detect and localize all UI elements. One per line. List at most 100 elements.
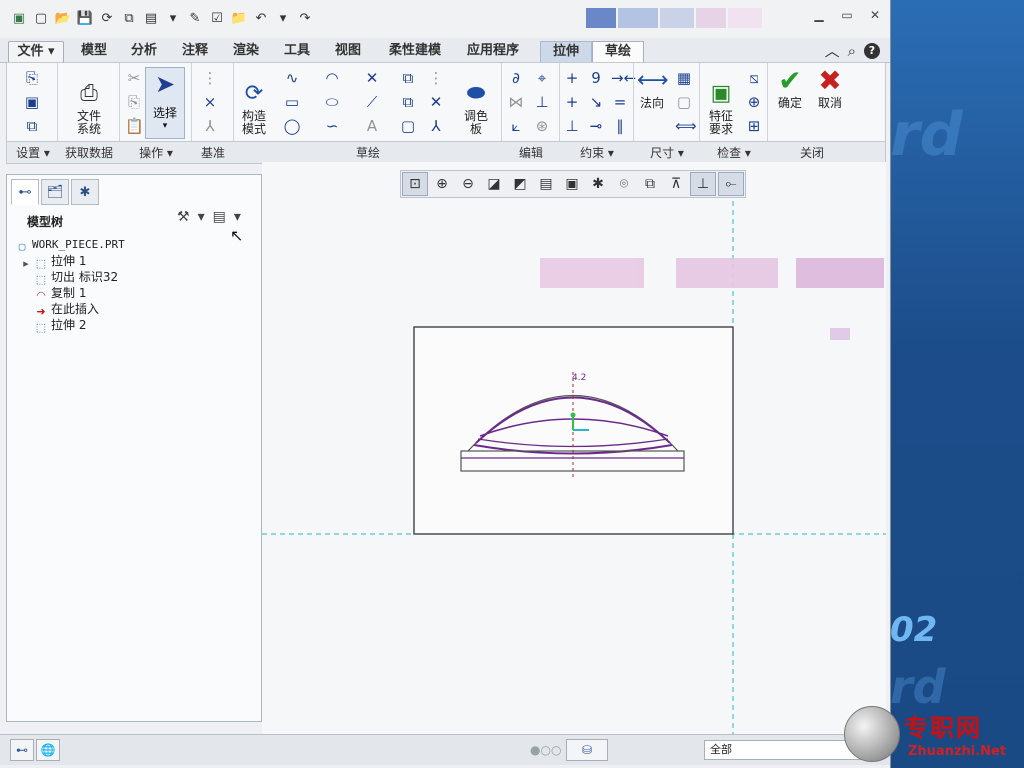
tab-applications[interactable]: 应用程序 [458,41,528,61]
tab-annotate[interactable]: 注释 [173,41,217,61]
regenerate-icon[interactable]: ⟳ [98,9,116,27]
annotation-display-icon[interactable]: ⧉ [638,173,662,195]
selection-filter[interactable]: 全部 [704,740,861,760]
delete-segment-icon[interactable]: ⊥ [533,93,551,111]
group-operations[interactable]: 操作 ▾ [121,144,191,161]
undo-icon[interactable]: ↶ [252,9,270,27]
group-inspect[interactable]: 检查 ▾ [701,144,767,161]
minimize-icon[interactable]: ▁ [812,8,826,22]
graphics-area[interactable]: 4.2 [262,162,886,734]
centerline-tool-icon[interactable]: ✕ [363,69,381,87]
feature-requirements-button[interactable]: ▣ 特征 要求 [703,69,739,136]
tab-view[interactable]: 视图 [326,41,370,61]
select-button[interactable]: ➤ 选择 ▾ [145,67,185,139]
coincident-constraint-icon[interactable]: ⊸ [587,117,605,135]
folder-browser-tab-icon[interactable]: 🗂 [41,179,69,205]
zoom-out-icon[interactable]: ⊖ [456,173,480,195]
paste-icon[interactable]: 📋 [125,117,144,135]
normal-dimension-button[interactable]: ⟷ 法向 [637,69,669,110]
sketch-setup-icon[interactable]: ⎘ [23,69,41,87]
coordinate-tool-icon[interactable]: ⅄ [427,117,445,135]
tree-item-copy[interactable]: ◠ 复制 1 [15,285,125,302]
tangent-constraint-icon[interactable]: 9 [587,69,605,87]
corner-icon[interactable]: ▢ [399,117,417,135]
perimeter-icon[interactable]: ▦ [675,69,693,87]
tree-item-extrude-1[interactable]: ▸ ⬚ 拉伸 1 [15,253,125,270]
horizontal-constraint-icon[interactable]: + [563,93,581,111]
reference-dim-icon[interactable]: ▢ [675,93,693,111]
highlight-open-ends-icon[interactable]: ⊕ [745,93,763,111]
tab-render[interactable]: 渲染 [224,41,268,61]
zoom-in-icon[interactable]: ⊕ [430,173,454,195]
ellipse-icon[interactable]: ⬭ [323,93,341,111]
palette-button[interactable]: ⬬ 调色 板 [455,69,497,136]
shade-closed-loops-icon[interactable]: ⊞ [745,117,763,135]
tree-item-insert-here[interactable]: ➜ 在此插入 [15,301,125,318]
view-manager-icon[interactable]: ▣ [560,173,584,195]
maximize-icon[interactable]: ▭ [840,8,854,22]
constraint-display-icon[interactable]: ⟜ [718,172,744,196]
sketch-view-icon[interactable]: ⧉ [23,117,41,135]
construction-mode-button[interactable]: ⟳ 构造 模式 [237,69,271,136]
text-icon[interactable]: A [363,117,381,135]
point-icon[interactable]: × [201,93,219,111]
browser-toggle-icon[interactable]: 🌐 [36,739,60,761]
project-icon[interactable]: ⧉ [399,93,417,111]
tab-extrude[interactable]: 拉伸 [540,41,592,63]
modify-icon[interactable]: ∂ [507,69,525,87]
search-icon[interactable]: ⌕ [848,42,856,60]
sketch-view-icon[interactable]: ⊼ [664,173,688,195]
help-icon[interactable]: ? [864,42,880,59]
reference-icon[interactable]: ▣ [23,93,41,111]
overlapping-geometry-icon[interactable]: ⧅ [745,69,763,87]
vertical-constraint-icon[interactable]: + [563,69,581,87]
settings-tools-icon[interactable]: ⚒ [177,209,190,225]
centerline-icon[interactable]: ⋮ [201,69,219,87]
save-icon[interactable]: 💾 [76,9,94,27]
tab-tools[interactable]: 工具 [275,41,319,61]
chevron-down-icon[interactable]: ▾ [234,209,241,225]
window-icon[interactable]: ⧉ [120,9,138,27]
symmetric-constraint-icon[interactable]: →← [611,69,636,87]
tab-analysis[interactable]: 分析 [122,41,166,61]
equal-constraint-icon[interactable]: = [611,93,629,111]
coordinate-system-icon[interactable]: ⅄ [201,117,219,135]
open-icon[interactable]: 📂 [54,9,72,27]
circle-icon[interactable]: ◯ [283,117,301,135]
find-icon[interactable]: ⛁ [566,739,608,761]
tree-item-cut[interactable]: ⬚ 切出 标识32 [15,269,125,286]
thicken-icon[interactable]: ⋮ [427,69,445,87]
group-dimension[interactable]: 尺寸 ▾ [635,144,699,161]
redo-icon[interactable]: ↷ [296,9,314,27]
rectangle-icon[interactable]: ▭ [283,93,301,111]
file-system-button[interactable]: ⎙ 文件 系统 [65,69,113,136]
tab-sketch[interactable]: 草绘 [592,41,644,62]
offset-icon[interactable]: ⧉ [399,69,417,87]
tree-item-extrude-2[interactable]: ⬚ 拉伸 2 [15,317,125,334]
cut-icon[interactable]: ✂ [125,69,143,87]
saved-orientations-icon[interactable]: ▤ [534,173,558,195]
refit-icon[interactable]: ⊡ [402,172,428,196]
point-tool-icon[interactable]: ✕ [427,93,445,111]
datum-display-icon[interactable]: ✱ [586,173,610,195]
close-icon[interactable]: ✕ [868,8,882,22]
divide-icon[interactable]: ⋈ [507,93,525,111]
corner-edit-icon[interactable]: ⟀ [507,117,525,135]
chevron-down-icon[interactable]: ▾ [198,209,205,225]
dropdown-icon[interactable]: ▾ [164,9,182,27]
group-settings[interactable]: 设置 ▾ [9,144,57,161]
model-tree-tab-icon[interactable]: ⊷ [11,179,39,205]
group-constrain[interactable]: 约束 ▾ [561,144,633,161]
midpoint-constraint-icon[interactable]: ↘ [587,93,605,111]
tab-model[interactable]: 模型 [72,41,116,61]
spline-icon[interactable]: ∽ [323,117,341,135]
arc-icon[interactable]: ◠ [323,69,341,87]
ok-button[interactable]: ✔ 确定 [773,67,807,110]
repaint-icon[interactable]: ◪ [482,173,506,195]
tree-item-part[interactable]: ▢ WORK_PIECE.PRT [15,237,125,253]
copy-icon[interactable]: ⎘ [125,93,143,111]
perpendicular-constraint-icon[interactable]: ⊥ [563,117,581,135]
tab-flexible-modeling[interactable]: 柔性建模 [380,41,450,61]
dimension-display-icon[interactable]: ⊥ [690,172,716,196]
model-tree-toggle-icon[interactable]: ⊷ [10,739,34,761]
